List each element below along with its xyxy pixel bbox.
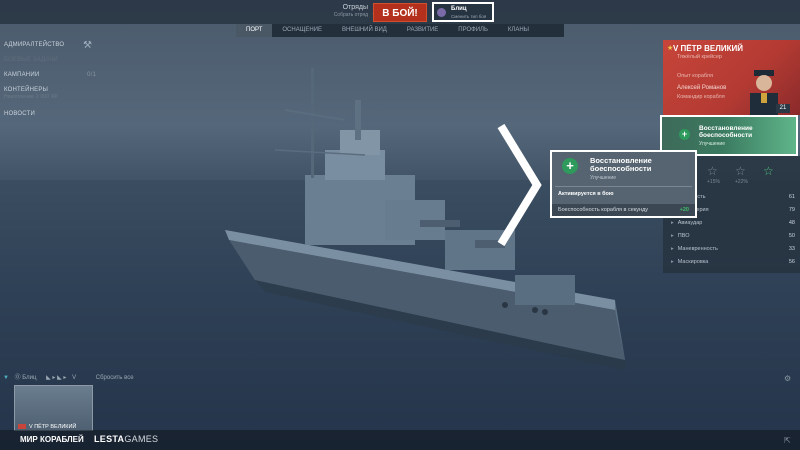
tab-clans[interactable]: КЛАНЫ [498, 24, 539, 37]
publisher-logo-bold: LESTA [94, 434, 125, 444]
plus-icon: + [562, 158, 578, 174]
skill-effect-row: Боеспособность корабля в секунду +20 [552, 204, 695, 216]
caret-right-icon: ▸ [671, 233, 674, 239]
stat-label: Авиаудар [677, 220, 703, 226]
carousel-filter: ▼ ⓪ Блиц ◣ ▸ ◣ ▸ V Сбросить все [3, 372, 173, 381]
stat-row[interactable]: ▸ Маневренность 33 [671, 246, 795, 252]
battle-mode-selector[interactable]: Блиц Сменить тип боя [432, 2, 494, 22]
stat-value: 61 [788, 194, 795, 200]
mode-filter[interactable]: ⓪ Блиц [15, 375, 41, 381]
blitz-mode-icon [437, 8, 446, 17]
commander-name[interactable]: Алексей Романов [677, 85, 726, 91]
caret-right-icon: ▸ [671, 259, 674, 265]
containers-link[interactable]: КОНТЕЙНЕРЫ Накопление 2 000 XP [4, 87, 96, 111]
reset-filters-link[interactable]: Сбросить все [96, 375, 134, 381]
settings-icon[interactable]: ⚙ [784, 374, 791, 383]
skill-tooltip-title: Восстановление боеспособности [590, 157, 690, 173]
stat-value: 79 [788, 207, 795, 213]
stat-label: ПВО [677, 233, 690, 239]
stat-value: 33 [788, 246, 795, 252]
mode-title: Блиц [451, 6, 467, 12]
skill-tooltip-note: Активируется в бою [558, 191, 614, 197]
commander-sub: Командир корабля [677, 94, 725, 100]
star-percent: +22% [735, 179, 748, 185]
containers-label: КОНТЕЙНЕРЫ [4, 87, 49, 93]
stat-value: 50 [788, 233, 795, 239]
commander-level: 21 [776, 104, 790, 113]
chevron-right-icon [497, 124, 542, 246]
squad-button[interactable]: Отряды Собрать отряд [318, 4, 368, 18]
caret-right-icon: ▸ [671, 220, 674, 226]
skill-effect-label: Боеспособность корабля в секунду [558, 207, 649, 213]
star-outline-icon: ☆ [707, 164, 718, 178]
publisher-logo-light: GAMES [124, 434, 159, 444]
expand-icon[interactable]: ⇱ [784, 436, 791, 445]
news-link[interactable]: НОВОСТИ [4, 111, 96, 126]
skill-title-line1: Восстановление [699, 125, 753, 132]
combat-missions-link[interactable]: БОЕВЫЕ ЗАДАЧИ [4, 57, 96, 72]
ship-card[interactable]: V ПЁТР ВЕЛИКИЙ [14, 385, 93, 431]
divider [555, 186, 692, 187]
squad-label: Отряды [342, 4, 368, 11]
tab-port[interactable]: ПОРТ [236, 24, 273, 37]
skill-tooltip: + Восстановление боеспособности Улучшени… [550, 150, 697, 218]
ship-xp: Опыт корабля [677, 73, 713, 79]
battle-button[interactable]: В БОЙ! [373, 3, 427, 22]
plus-icon: + [679, 129, 690, 140]
ship-name: V ПЁТР ВЕЛИКИЙ [673, 44, 743, 53]
stat-label: Маскировка [677, 259, 709, 265]
tools-icon[interactable]: ⚒ [83, 40, 92, 51]
stat-label: Маневренность [677, 246, 718, 252]
campaigns-link[interactable]: КАМПАНИИ 0/1 [4, 72, 96, 87]
campaigns-count: 0/1 [87, 72, 96, 78]
skill-type: Улучшение [699, 141, 725, 147]
ussr-flag-icon [18, 424, 26, 429]
skill-tooltip-type: Улучшение [590, 175, 616, 181]
skill-effect-value: +20 [679, 207, 689, 213]
star-percent: +15% [707, 179, 720, 185]
stat-value: 48 [788, 220, 795, 226]
containers-sub: Накопление 2 000 XP [4, 94, 58, 100]
combat-missions-label: БОЕВЫЕ ЗАДАЧИ [4, 57, 58, 63]
skill-title-line2: боеспособности [699, 132, 753, 139]
class-filter-icon[interactable]: ◣ ▸ ◣ ▸ [46, 375, 66, 381]
tab-development[interactable]: РАЗВИТИЕ [397, 24, 448, 37]
tab-appearance[interactable]: ВНЕШНИЙ ВИД [332, 24, 397, 37]
news-label: НОВОСТИ [4, 111, 35, 117]
left-panel: АДМИРАЛТЕЙСТВО ⚒ БОЕВЫЕ ЗАДАЧИ КАМПАНИИ … [4, 40, 96, 126]
battleship-model [225, 68, 625, 370]
star-outline-icon: ☆ [735, 164, 746, 178]
caret-right-icon: ▸ [671, 246, 674, 252]
stat-row[interactable]: ▸ Маскировка 56 [671, 259, 795, 265]
stat-row[interactable]: ▸ Авиаудар 48 [671, 220, 795, 226]
stat-value: 56 [788, 259, 795, 265]
star-green-icon: ☆ [763, 164, 774, 178]
filter-mode-label: Блиц [22, 375, 37, 381]
mode-sub: Сменить тип боя [451, 14, 487, 19]
squad-sub: Собрать отряд [333, 12, 368, 18]
admiralty-label: АДМИРАЛТЕЙСТВО [4, 42, 65, 48]
admiralty-link[interactable]: АДМИРАЛТЕЙСТВО ⚒ [4, 40, 96, 57]
publisher-logo: LESTAGAMES [94, 434, 158, 444]
main-tabs: ПОРТ ОСНАЩЕНИЕ ВНЕШНИЙ ВИД РАЗВИТИЕ ПРОФ… [236, 24, 564, 37]
campaigns-label: КАМПАНИИ [4, 72, 40, 78]
tier-filter[interactable]: V [72, 375, 76, 381]
skill-tooltip-title-line2: боеспособности [590, 164, 652, 173]
ship-class: Тяжёлый крейсер [677, 54, 722, 60]
game-logo: МИР КОРАБЛЕЙ [20, 435, 84, 444]
tab-equipment[interactable]: ОСНАЩЕНИЕ [272, 24, 332, 37]
stat-row[interactable]: ▸ ПВО 50 [671, 233, 795, 239]
skill-title: Восстановление боеспособности [699, 125, 753, 139]
tab-profile[interactable]: ПРОФИЛЬ [448, 24, 498, 37]
filter-icon[interactable]: ▼ [3, 375, 9, 381]
